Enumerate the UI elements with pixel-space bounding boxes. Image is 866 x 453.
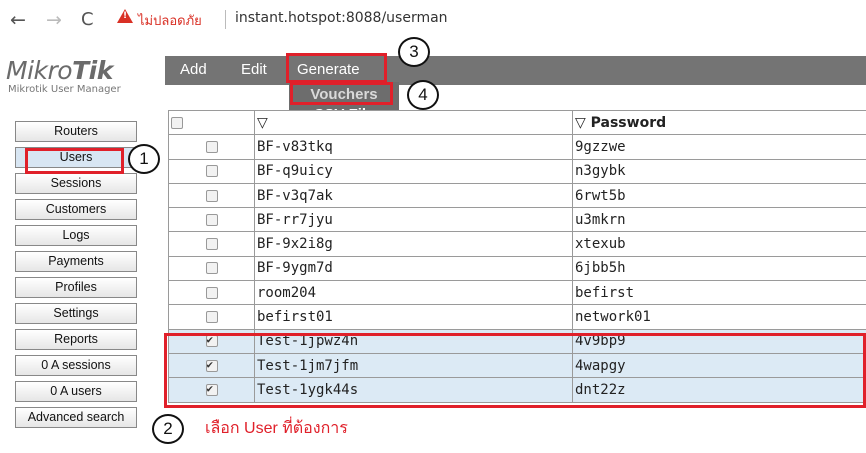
password-cell: 6jbb5h xyxy=(572,255,866,282)
row-checkbox[interactable] xyxy=(205,262,218,275)
sidebar-item-active-users[interactable]: 0 A users xyxy=(15,381,137,402)
warning-icon xyxy=(117,9,133,23)
back-arrow-icon[interactable]: ← xyxy=(10,8,26,32)
row-checkbox[interactable] xyxy=(205,189,218,202)
username-cell[interactable]: BF-v3q7ak xyxy=(254,182,573,209)
row-select-cell[interactable] xyxy=(168,207,255,233)
instruction-note: เลือก User ที่ต้องการ xyxy=(205,420,348,437)
password-cell: befirst xyxy=(572,280,866,306)
table-row[interactable]: BF-9ygm7d 6jbb5h xyxy=(168,255,866,282)
password-cell: n3gybk xyxy=(572,158,866,184)
username-cell[interactable]: BF-rr7jyu xyxy=(254,207,573,233)
row-checkbox[interactable] xyxy=(205,213,218,226)
row-select-cell[interactable] xyxy=(168,231,255,257)
sidebar-item-routers[interactable]: Routers xyxy=(15,121,137,142)
username-cell[interactable]: befirst01 xyxy=(254,304,573,330)
table-row[interactable]: befirst01 network01 xyxy=(168,304,866,330)
forward-arrow-icon[interactable]: → xyxy=(46,8,62,32)
sidebar-item-sessions[interactable]: Sessions xyxy=(15,173,137,194)
table-row[interactable]: BF-rr7jyu u3mkrn xyxy=(168,207,866,233)
password-cell: 9gzzwe xyxy=(572,134,866,160)
table-row[interactable]: BF-v83tkq 9gzzwe xyxy=(168,134,866,160)
highlight-selected-users xyxy=(164,333,866,408)
mikrotik-logo: MikroTik xyxy=(6,56,113,85)
table-row[interactable]: BF-9x2i8g xtexub xyxy=(168,231,866,257)
row-checkbox[interactable] xyxy=(205,286,218,299)
row-select-cell[interactable] xyxy=(168,158,255,184)
select-all-checkbox[interactable] xyxy=(171,116,183,129)
table-header-row: ▽ ▽ Password xyxy=(168,109,866,136)
highlight-vouchers xyxy=(290,82,393,105)
sidebar-item-profiles[interactable]: Profiles xyxy=(15,277,137,298)
password-cell: 6rwt5b xyxy=(572,182,866,209)
row-select-cell[interactable] xyxy=(168,304,255,330)
username-column-header[interactable]: ▽ xyxy=(254,109,573,136)
reload-icon[interactable]: C xyxy=(81,8,94,32)
row-select-cell[interactable] xyxy=(168,182,255,209)
sidebar-item-customers[interactable]: Customers xyxy=(15,199,137,220)
username-cell[interactable]: BF-q9uicy xyxy=(254,158,573,184)
row-select-cell[interactable] xyxy=(168,280,255,306)
menu-edit[interactable]: Edit xyxy=(241,61,267,78)
row-checkbox[interactable] xyxy=(205,238,218,251)
username-cell[interactable]: BF-9ygm7d xyxy=(254,255,573,282)
username-cell[interactable]: BF-v83tkq xyxy=(254,134,573,160)
table-row[interactable]: room204 befirst xyxy=(168,280,866,306)
step-4-marker: 4 xyxy=(407,80,439,110)
security-status[interactable]: ไม่ปลอดภัย xyxy=(138,10,202,31)
action-menu-bar: Add Edit Generate xyxy=(165,56,866,85)
highlight-generate xyxy=(286,53,387,83)
row-select-cell[interactable] xyxy=(168,134,255,160)
step-2-marker: 2 xyxy=(152,414,184,444)
row-checkbox[interactable] xyxy=(205,140,218,153)
row-checkbox[interactable] xyxy=(205,165,218,178)
step-1-marker: 1 xyxy=(128,144,160,174)
sidebar-item-settings[interactable]: Settings xyxy=(15,303,137,324)
address-bar-url[interactable]: instant.hotspot:8088/userman xyxy=(235,10,448,26)
password-cell: u3mkrn xyxy=(572,207,866,233)
menu-add[interactable]: Add xyxy=(180,61,207,78)
row-select-cell[interactable] xyxy=(168,255,255,282)
address-divider xyxy=(225,10,226,29)
sidebar-item-advanced-search[interactable]: Advanced search xyxy=(15,407,137,428)
sidebar-item-active-sessions[interactable]: 0 A sessions xyxy=(15,355,137,376)
browser-toolbar: ← → C ไม่ปลอดภัย instant.hotspot:8088/us… xyxy=(0,0,866,40)
table-row[interactable]: BF-v3q7ak 6rwt5b xyxy=(168,182,866,209)
table-row[interactable]: BF-q9uicy n3gybk xyxy=(168,158,866,184)
sidebar-item-logs[interactable]: Logs xyxy=(15,225,137,246)
sidebar-item-reports[interactable]: Reports xyxy=(15,329,137,350)
username-cell[interactable]: room204 xyxy=(254,280,573,306)
select-all-header[interactable] xyxy=(168,109,255,136)
highlight-users xyxy=(25,148,124,174)
app-subtitle: Mikrotik User Manager xyxy=(8,84,121,95)
step-3-marker: 3 xyxy=(398,37,430,67)
password-cell: xtexub xyxy=(572,231,866,257)
sidebar-item-payments[interactable]: Payments xyxy=(15,251,137,272)
username-cell[interactable]: BF-9x2i8g xyxy=(254,231,573,257)
password-column-header[interactable]: ▽ Password xyxy=(572,109,866,136)
row-checkbox[interactable] xyxy=(205,311,218,324)
password-cell: network01 xyxy=(572,304,866,330)
